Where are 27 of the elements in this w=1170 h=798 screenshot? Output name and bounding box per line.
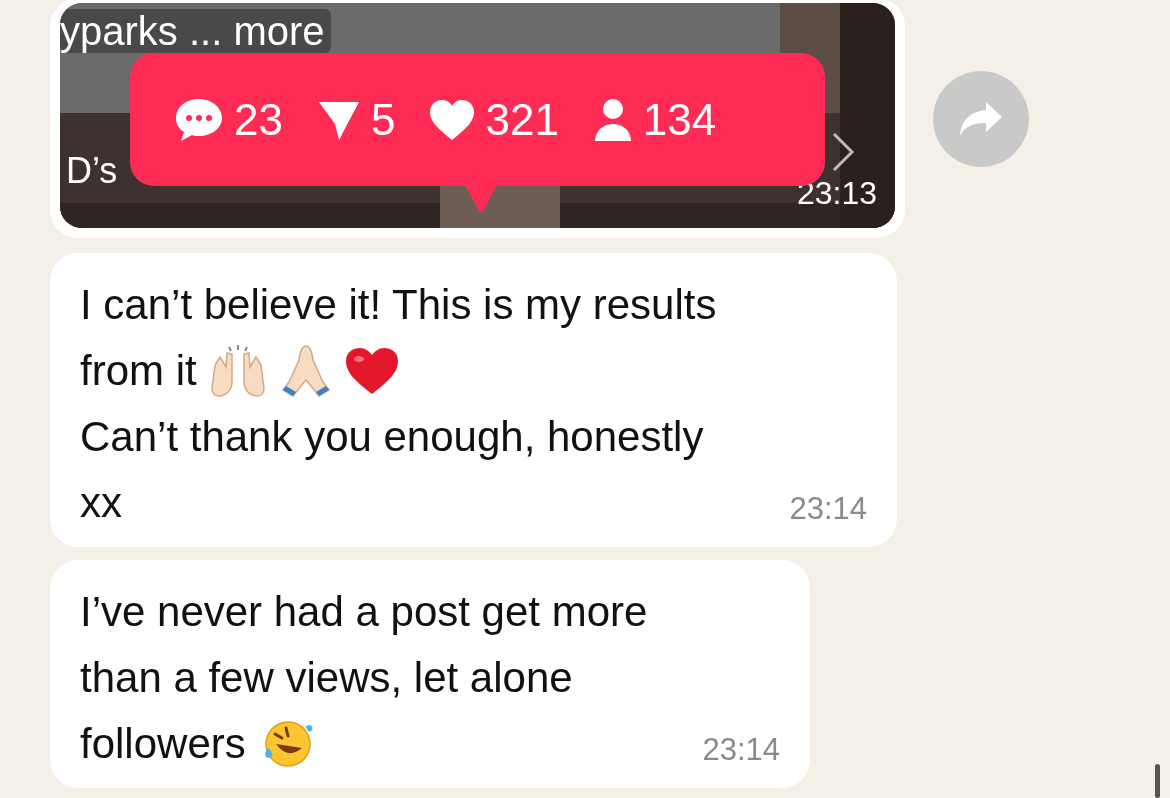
stat-count: 321 xyxy=(485,94,559,145)
timestamp: 23:14 xyxy=(789,490,867,528)
stat-count: 134 xyxy=(642,94,717,145)
folded-hands-icon xyxy=(280,344,331,398)
stat-count: 5 xyxy=(370,94,396,145)
post-caption: yparks ... more xyxy=(60,9,331,53)
heart-icon xyxy=(429,98,476,141)
share-arrow-icon xyxy=(958,100,1004,138)
message-text: than a few views, let alone xyxy=(80,653,573,703)
message-text: followers xyxy=(80,719,246,769)
scroll-bar xyxy=(1155,764,1160,798)
shared-post-card[interactable]: yparks ... more D’s 23:13 23 5 321 134 xyxy=(50,0,905,238)
message-text: xx xyxy=(80,478,122,528)
message-text: I’ve never had a post get more xyxy=(80,587,648,637)
heart-icon xyxy=(344,347,399,395)
message-text: from it xyxy=(80,346,197,396)
person-icon xyxy=(592,97,633,142)
speech-bubble-icon xyxy=(174,96,224,143)
message-text: I can’t believe it! This is my results xyxy=(80,280,717,330)
raised-hands-icon xyxy=(208,345,267,397)
chevron-right-icon xyxy=(830,131,856,173)
popup-pointer xyxy=(465,185,497,213)
author-name: D’s xyxy=(66,149,118,193)
stat-count: 23 xyxy=(234,94,283,145)
timestamp: 23:13 xyxy=(796,174,877,213)
timestamp: 23:14 xyxy=(702,731,780,769)
message-text: Can’t thank you enough, honestly xyxy=(80,412,704,462)
